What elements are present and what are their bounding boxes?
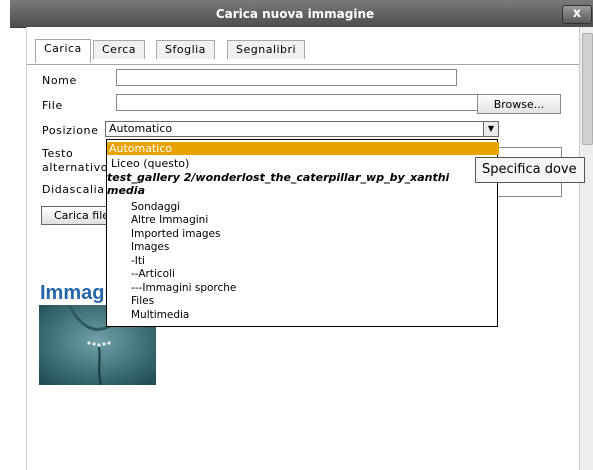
position-label: Posizione <box>42 124 99 137</box>
dropdown-option-group[interactable]: test_gallery 2/wonderlost_the_caterpilla… <box>107 171 497 184</box>
name-label: Nome <box>42 74 77 87</box>
browse-button[interactable]: Browse... <box>477 94 561 114</box>
name-input[interactable] <box>116 69 457 86</box>
tab-carica[interactable]: Carica <box>35 39 91 63</box>
position-select-value: Automatico <box>109 122 173 135</box>
dropdown-option[interactable]: ---Immagini sporche <box>107 282 521 295</box>
position-select[interactable]: Automatico ▼ <box>105 121 499 137</box>
dropdown-option[interactable]: Multimedia <box>107 309 521 322</box>
dropdown-option[interactable]: Images <box>107 241 521 254</box>
dropdown-option[interactable]: Liceo (questo) <box>107 157 501 170</box>
caption-label: Didascalia <box>42 183 105 196</box>
scrollbar-thumb[interactable] <box>582 33 593 145</box>
tab-bar: Carica Cerca Sfoglia Segnalibri <box>27 39 580 65</box>
alt-text-label-line1: Testo <box>42 147 74 160</box>
chevron-down-icon[interactable]: ▼ <box>483 122 498 136</box>
close-icon: x <box>572 6 582 21</box>
close-button[interactable]: x <box>562 5 592 24</box>
alt-text-label-line2: alternativo <box>42 161 109 174</box>
dropdown-option-group[interactable]: media <box>107 184 497 197</box>
dropdown-option[interactable]: Altre Immagini <box>107 214 521 227</box>
dropdown-option[interactable]: --Articoli <box>107 268 521 281</box>
title-bar[interactable]: Carica nuova immagine x <box>10 0 593 28</box>
vertical-scrollbar[interactable] <box>579 27 593 470</box>
dropdown-option[interactable]: Files <box>107 295 521 308</box>
tab-segnalibri[interactable]: Segnalibri <box>227 40 306 59</box>
dropdown-option[interactable]: Sondaggi <box>107 201 521 214</box>
tab-cerca[interactable]: Cerca <box>93 40 146 59</box>
tab-sfoglia[interactable]: Sfoglia <box>156 40 215 59</box>
file-input[interactable] <box>116 94 482 111</box>
tooltip: Specifica dove <box>475 157 585 183</box>
file-label: File <box>42 99 63 112</box>
dropdown-option[interactable]: -Iti <box>107 255 521 268</box>
dropdown-option[interactable]: Automatico <box>107 142 499 155</box>
window-title: Carica nuova immagine <box>215 7 375 21</box>
position-dropdown-list[interactable]: Automatico Liceo (questo) test_gallery 2… <box>106 139 501 327</box>
dropdown-option[interactable]: Imported images <box>107 228 521 241</box>
